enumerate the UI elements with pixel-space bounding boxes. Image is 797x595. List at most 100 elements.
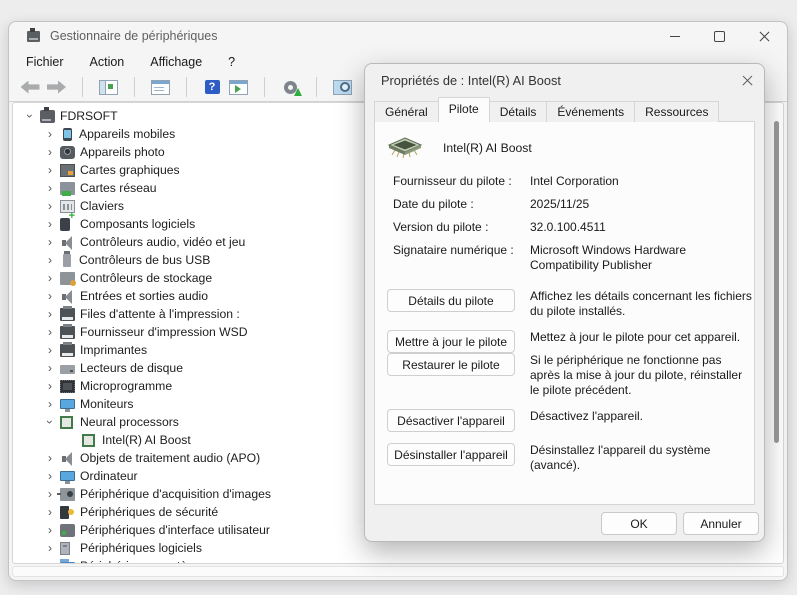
- close-icon: [759, 31, 770, 42]
- cancel-button[interactable]: Annuler: [683, 512, 759, 535]
- action-pane-icon[interactable]: [225, 75, 251, 99]
- tree-item-label: Ordinateur: [80, 469, 138, 483]
- device-manager-icon: [27, 31, 40, 42]
- camera-icon: [60, 146, 75, 159]
- chevron-icon[interactable]: [41, 505, 59, 519]
- field-value: 32.0.100.4511: [530, 220, 754, 235]
- driver-field: Signataire numérique : Microsoft Windows…: [393, 243, 754, 273]
- chevron-icon[interactable]: [41, 163, 59, 177]
- chevron-icon[interactable]: [41, 451, 59, 465]
- chevron-icon[interactable]: [41, 307, 59, 321]
- disk-drive-icon: [60, 365, 75, 374]
- maximize-icon: [714, 31, 725, 42]
- tree-item[interactable]: Périphériques système: [13, 557, 783, 564]
- driver-action-description: Désactivez l'appareil.: [530, 409, 754, 424]
- tree-item-label: Périphériques système: [80, 559, 204, 564]
- chevron-icon[interactable]: [41, 235, 59, 249]
- chevron-icon[interactable]: [41, 199, 59, 213]
- driver-action-row: Désinstaller l'appareil Désinstallez l'a…: [387, 443, 754, 473]
- forward-icon[interactable]: [43, 75, 69, 99]
- scan-hardware-changes-icon[interactable]: [277, 75, 303, 99]
- chevron-icon[interactable]: [41, 271, 59, 285]
- device-name: Intel(R) AI Boost: [443, 141, 532, 155]
- hid-icon: [60, 524, 75, 537]
- tree-item-label: FDRSOFT: [60, 109, 118, 123]
- chevron-icon[interactable]: [41, 379, 59, 393]
- driver-action-description: Mettez à jour le pilote pour cet apparei…: [530, 330, 754, 345]
- menu-action[interactable]: Action: [77, 52, 138, 72]
- chevron-icon[interactable]: [41, 253, 59, 267]
- dialog-titlebar: Propriétés de : Intel(R) AI Boost: [365, 64, 764, 97]
- tree-item-label: Entrées et sorties audio: [80, 289, 208, 303]
- dialog-tabs: Général Pilote Détails Événements Ressou…: [365, 97, 764, 122]
- search-computer-icon[interactable]: [329, 75, 355, 99]
- tab-details[interactable]: Détails: [489, 101, 548, 122]
- driver-action-description: Désinstallez l'appareil du système (avan…: [530, 443, 754, 473]
- tree-item-label: Cartes graphiques: [80, 163, 180, 177]
- console-tree-icon[interactable]: [95, 75, 121, 99]
- chevron-icon[interactable]: [41, 217, 59, 231]
- properties-icon[interactable]: [147, 75, 173, 99]
- tab-evenements[interactable]: Événements: [546, 101, 635, 122]
- statusbar: [12, 566, 784, 577]
- tab-general[interactable]: Général: [374, 101, 439, 122]
- dialog-footer: OK Annuler: [365, 505, 764, 541]
- chevron-icon[interactable]: [41, 361, 59, 375]
- chevron-icon[interactable]: [41, 559, 59, 564]
- rollback-driver-button[interactable]: Restaurer le pilote: [387, 353, 515, 376]
- driver-action-row: Mettre à jour le pilote Mettez à jour le…: [387, 330, 754, 353]
- tree-item-label: Contrôleurs audio, vidéo et jeu: [80, 235, 245, 249]
- chevron-icon[interactable]: [41, 289, 59, 303]
- chevron-icon[interactable]: [41, 181, 59, 195]
- help-icon[interactable]: [199, 75, 225, 99]
- close-button[interactable]: [742, 22, 787, 50]
- field-value: 2025/11/25: [530, 197, 754, 212]
- dialog-close-button[interactable]: [730, 64, 764, 97]
- chevron-icon[interactable]: [41, 127, 59, 141]
- driver-action-row: Détails du pilote Affichez les détails c…: [387, 289, 754, 319]
- field-label: Version du pilote :: [393, 220, 530, 235]
- chevron-icon[interactable]: [41, 343, 59, 357]
- chevron-icon[interactable]: [41, 397, 59, 411]
- display-adapter-icon: [60, 164, 75, 177]
- driver-details-button[interactable]: Détails du pilote: [387, 289, 515, 312]
- computer-category-icon: [60, 471, 75, 481]
- disable-device-button[interactable]: Désactiver l'appareil: [387, 409, 515, 432]
- driver-action-row: Restaurer le pilote Si le périphérique n…: [387, 353, 754, 398]
- tree-scrollbar[interactable]: [771, 105, 782, 561]
- tree-item-label: Intel(R) AI Boost: [102, 433, 191, 447]
- tree-item-label: Neural processors: [80, 415, 179, 429]
- driver-action-row: Désactiver l'appareil Désactivez l'appar…: [387, 409, 754, 432]
- chevron-icon[interactable]: [41, 145, 59, 159]
- window-controls: [652, 22, 787, 50]
- chevron-icon[interactable]: [41, 415, 59, 429]
- back-icon[interactable]: [17, 75, 43, 99]
- storage-controller-icon: [60, 272, 75, 285]
- computer-icon: [40, 110, 55, 123]
- driver-tab-panel: Intel(R) AI Boost Fournisseur du pilote …: [374, 121, 755, 505]
- update-driver-button[interactable]: Mettre à jour le pilote: [387, 330, 515, 353]
- toolbar-separator: [303, 75, 329, 99]
- scrollbar-thumb[interactable]: [774, 121, 779, 443]
- tree-item-label: Moniteurs: [80, 397, 134, 411]
- chevron-icon[interactable]: [41, 541, 59, 555]
- menu-fichier[interactable]: Fichier: [13, 52, 77, 72]
- uninstall-device-button[interactable]: Désinstaller l'appareil: [387, 443, 515, 466]
- tab-pilote[interactable]: Pilote: [438, 97, 490, 122]
- minimize-button[interactable]: [652, 22, 697, 50]
- maximize-button[interactable]: [697, 22, 742, 50]
- chevron-icon[interactable]: [41, 325, 59, 339]
- menu-affichage[interactable]: Affichage: [137, 52, 215, 72]
- minimize-icon: [670, 36, 680, 37]
- tree-item-label: Imprimantes: [80, 343, 147, 357]
- chevron-icon[interactable]: [41, 469, 59, 483]
- driver-field: Date du pilote : 2025/11/25: [393, 197, 754, 212]
- field-label: Signataire numérique :: [393, 243, 530, 273]
- ok-button[interactable]: OK: [601, 512, 677, 535]
- toolbar-separator: [251, 75, 277, 99]
- driver-actions: Détails du pilote Affichez les détails c…: [375, 289, 754, 473]
- tab-ressources[interactable]: Ressources: [634, 101, 719, 122]
- menu-aide[interactable]: ?: [215, 52, 248, 72]
- chevron-icon[interactable]: [41, 523, 59, 537]
- chevron-icon[interactable]: [21, 109, 39, 123]
